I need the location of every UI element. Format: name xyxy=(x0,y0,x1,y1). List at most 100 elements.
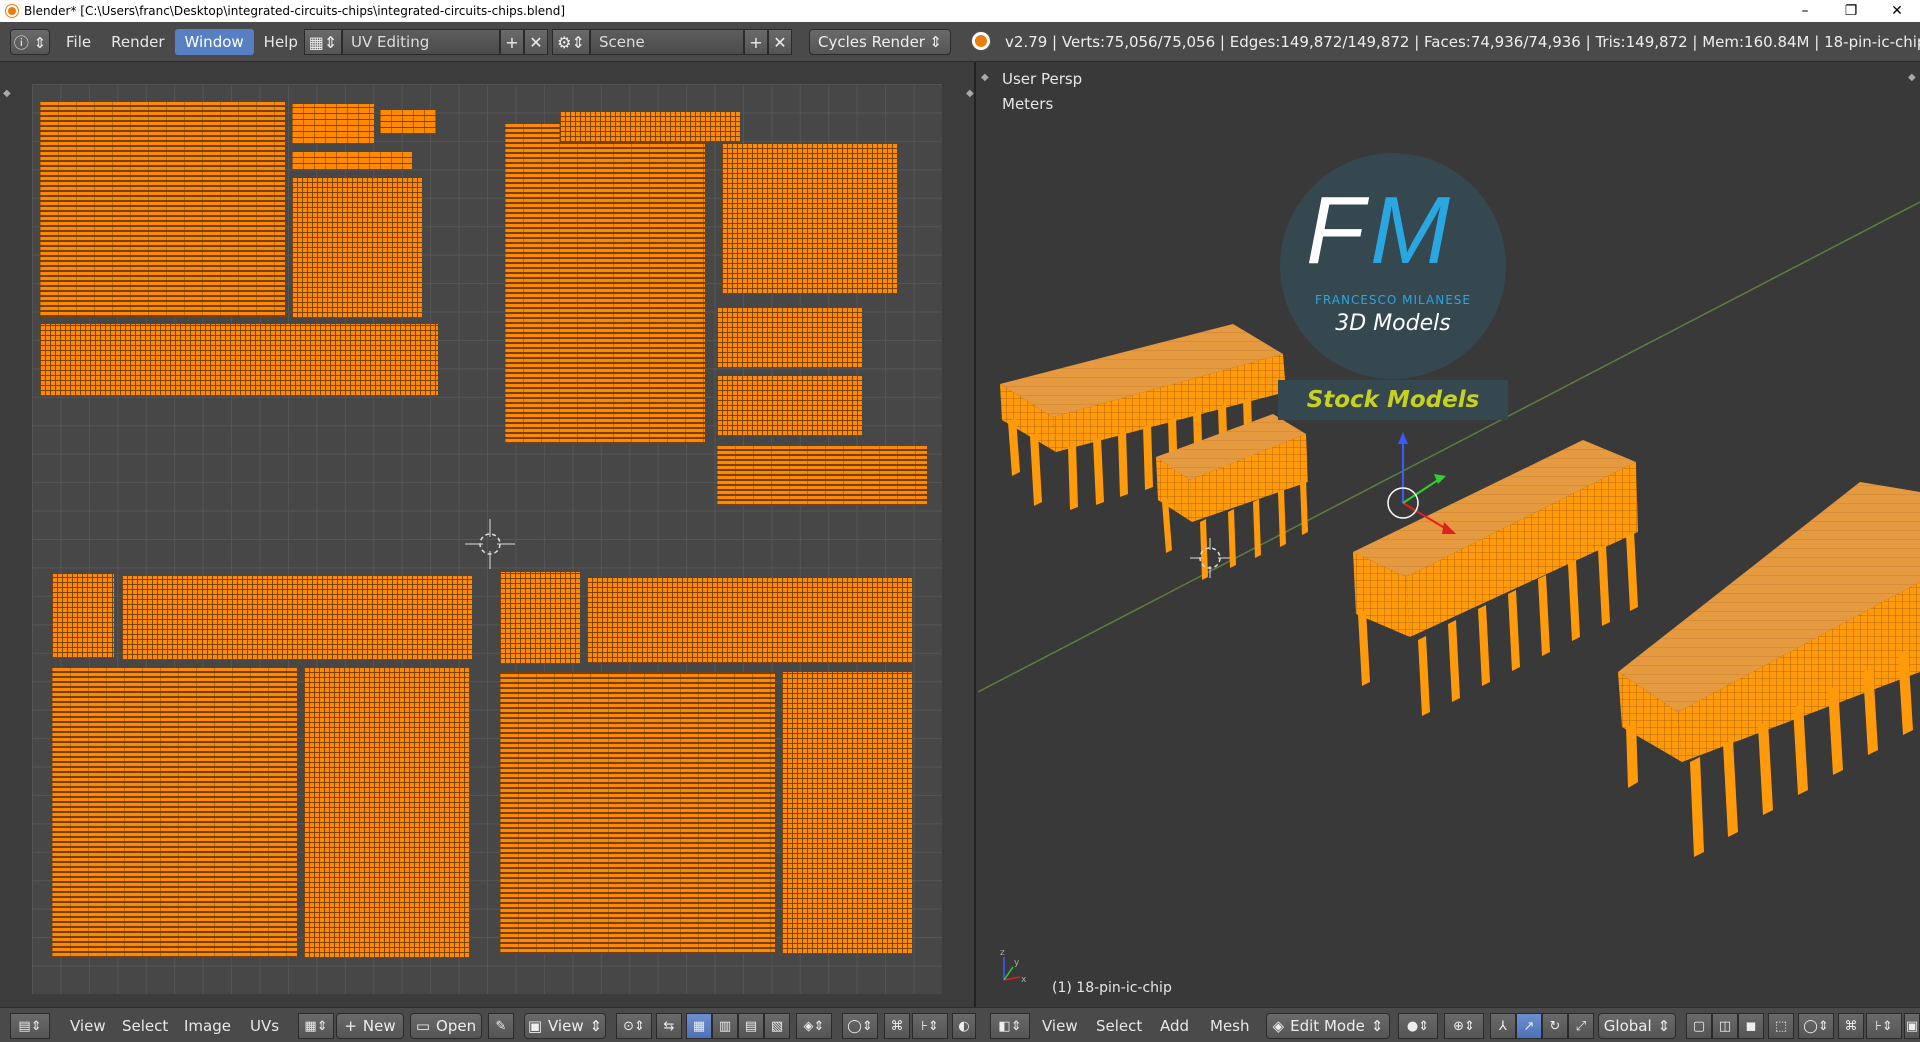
manipulator-toggle-icon[interactable]: ⅄ xyxy=(1490,1013,1516,1039)
logo-author: FRANCESCO MILANESE xyxy=(1315,293,1471,307)
uv-island[interactable] xyxy=(782,672,912,954)
uv-island[interactable] xyxy=(500,572,580,664)
svg-text:z: z xyxy=(1000,948,1005,958)
uv-island[interactable] xyxy=(292,152,412,170)
region-toggle-right-icon[interactable]: ◆ xyxy=(966,88,974,99)
island-select-icon[interactable]: ▧ xyxy=(764,1013,790,1039)
ic-chip-mesh xyxy=(1156,414,1308,580)
translate-manipulator-icon[interactable]: ↗ xyxy=(1516,1013,1542,1039)
blender-logo-icon xyxy=(6,5,18,17)
editor-type-image-button[interactable]: ▤⇕ xyxy=(10,1013,50,1039)
uv-island[interactable] xyxy=(40,324,438,396)
window-title: Blender* [C:\Users\franc\Desktop\integra… xyxy=(24,4,566,18)
sync-selection-icon[interactable]: ⇆ xyxy=(656,1013,682,1039)
mode-label: Edit Mode xyxy=(1290,1017,1365,1035)
editor-type-3d-button[interactable]: ◧⇕ xyxy=(990,1013,1030,1039)
viewport-shading-icon[interactable]: ●⇕ xyxy=(1398,1013,1438,1039)
vertex-select-mode-icon[interactable]: ▢ xyxy=(1686,1013,1712,1039)
screen-layout-icon[interactable]: ▦⇕ xyxy=(304,29,342,55)
view-mode-dropdown[interactable]: ▣ View ⇕ xyxy=(524,1013,606,1039)
region-toggle-left-icon[interactable]: ◆ xyxy=(3,88,11,99)
scene-field[interactable]: Scene xyxy=(590,29,744,55)
editor-type-info-button[interactable]: ⓘ ⇕ xyxy=(10,29,50,55)
add-screen-button[interactable]: + xyxy=(500,29,524,55)
uv-grid[interactable] xyxy=(32,84,942,994)
open-image-button[interactable]: ▭ Open xyxy=(410,1013,482,1039)
proportional-edit-icon[interactable]: ◯⇕ xyxy=(842,1013,878,1039)
render-preview-icon[interactable]: ▣ xyxy=(1904,1013,1920,1039)
uv-island[interactable] xyxy=(500,672,775,954)
uv-island[interactable] xyxy=(587,578,912,663)
2d-cursor-icon[interactable] xyxy=(465,519,515,569)
edge-select-icon[interactable]: ▥ xyxy=(712,1013,738,1039)
add-scene-button[interactable]: + xyxy=(744,29,768,55)
stock-models-banner: Stock Models xyxy=(1278,380,1508,420)
snap-target-icon[interactable]: ⊦⇕ xyxy=(912,1013,948,1039)
menu-help[interactable]: Help xyxy=(254,29,308,55)
proportional-editing-icon[interactable]: ◯⇕ xyxy=(1798,1013,1834,1039)
logo-letter-f: F xyxy=(1306,177,1365,284)
uv-island[interactable] xyxy=(52,574,114,658)
transform-orientation-dropdown[interactable]: Global ⇕ xyxy=(1598,1013,1676,1039)
pivot-icon[interactable]: ⊙⇕ xyxy=(616,1013,652,1039)
scale-manipulator-icon[interactable]: ⤢ xyxy=(1568,1013,1594,1039)
uv-island[interactable] xyxy=(292,178,422,318)
uv-island[interactable] xyxy=(505,124,705,444)
browse-image-button[interactable]: ▦⇕ xyxy=(298,1013,334,1039)
uv-menu-image[interactable]: Image xyxy=(174,1013,241,1039)
pivot-point-icon[interactable]: ⊕⇕ xyxy=(1444,1013,1484,1039)
snap-element-icon[interactable]: ⊦⇕ xyxy=(1866,1013,1902,1039)
edit-mode-icon: ◈ xyxy=(1272,1017,1285,1035)
edge-select-mode-icon[interactable]: ◫ xyxy=(1712,1013,1738,1039)
remove-screen-button[interactable]: ✕ xyxy=(524,29,548,55)
uv-island[interactable] xyxy=(52,668,297,958)
close-window-button[interactable]: ✕ xyxy=(1874,0,1920,22)
3d-menu-view[interactable]: View xyxy=(1032,1013,1088,1039)
scene-icon[interactable]: ⚙⇕ xyxy=(552,29,590,55)
vertex-select-icon[interactable]: ▦ xyxy=(686,1013,712,1039)
chevron-updown-icon: ⇕ xyxy=(1657,1017,1671,1035)
uv-island[interactable] xyxy=(304,668,470,958)
sticky-select-icon[interactable]: ◈⇕ xyxy=(796,1013,832,1039)
plus-icon: + xyxy=(344,1017,357,1035)
3d-menu-mesh[interactable]: Mesh xyxy=(1200,1013,1260,1039)
render-slot-icon[interactable]: ◐ xyxy=(952,1013,976,1039)
uv-island[interactable] xyxy=(122,576,472,660)
render-engine-dropdown[interactable]: Cycles Render ⇕ xyxy=(809,29,951,55)
mode-dropdown[interactable]: ◈ Edit Mode ⇕ xyxy=(1266,1013,1390,1039)
uv-island[interactable] xyxy=(560,112,740,142)
remove-scene-button[interactable]: ✕ xyxy=(768,29,792,55)
screen-layout-field[interactable]: UV Editing xyxy=(342,29,500,55)
rotate-manipulator-icon[interactable]: ↻ xyxy=(1542,1013,1568,1039)
3d-menu-select[interactable]: Select xyxy=(1086,1013,1152,1039)
uv-image-editor[interactable]: ◆ ◆ xyxy=(0,62,976,1007)
snap-toggle-icon[interactable]: ⌘ xyxy=(1838,1013,1864,1039)
menu-render[interactable]: Render xyxy=(101,29,174,55)
minimize-button[interactable]: – xyxy=(1782,0,1828,22)
pin-icon[interactable]: ✎ xyxy=(488,1013,514,1039)
face-select-icon[interactable]: ▤ xyxy=(738,1013,764,1039)
image-browse-icon: ▦⇕ xyxy=(304,1018,328,1034)
uv-island[interactable] xyxy=(380,110,436,134)
occlude-geometry-icon[interactable]: ⬚ xyxy=(1768,1013,1794,1039)
new-image-button[interactable]: + New xyxy=(336,1013,404,1039)
snap-icon[interactable]: ⌘ xyxy=(884,1013,910,1039)
uv-island[interactable] xyxy=(717,446,927,506)
uv-menu-view[interactable]: View xyxy=(60,1013,116,1039)
uv-island[interactable] xyxy=(717,376,862,436)
uv-menu-uvs[interactable]: UVs xyxy=(240,1013,289,1039)
menu-file[interactable]: File xyxy=(56,29,101,55)
editor-footers: ▤⇕ View Select Image UVs ▦⇕ + New ▭ Open ✎… xyxy=(0,1007,1920,1042)
uv-island[interactable] xyxy=(292,104,374,144)
view-mode-icon: ▣ xyxy=(527,1017,542,1035)
3d-menu-add[interactable]: Add xyxy=(1150,1013,1199,1039)
uv-island[interactable] xyxy=(40,102,285,317)
uv-menu-select[interactable]: Select xyxy=(112,1013,178,1039)
svg-text:x: x xyxy=(1021,975,1027,985)
maximize-button[interactable]: ❐ xyxy=(1828,0,1874,22)
3d-viewport[interactable]: ◆ ◆ User Persp Meters z y x F M FRANCESC… xyxy=(978,62,1920,1007)
menu-window[interactable]: Window xyxy=(174,29,254,55)
face-select-mode-icon[interactable]: ◼ xyxy=(1738,1013,1764,1039)
uv-island[interactable] xyxy=(717,308,862,368)
uv-island[interactable] xyxy=(722,144,897,294)
